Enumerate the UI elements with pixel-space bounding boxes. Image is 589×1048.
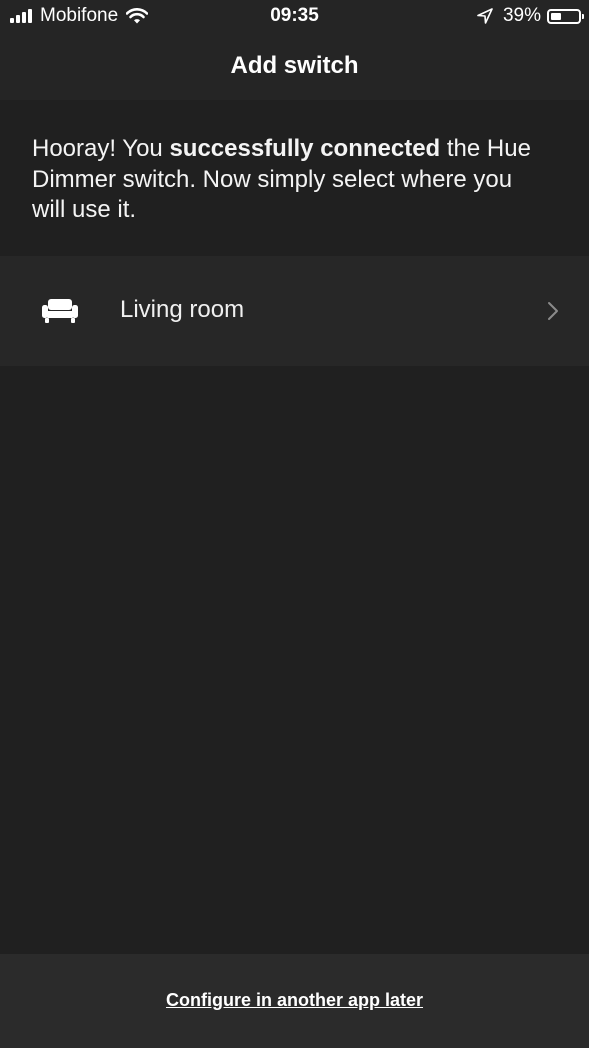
room-item-label: Living room bbox=[120, 296, 245, 323]
sofa-icon bbox=[42, 298, 78, 324]
configure-later-link[interactable]: Configure in another app later bbox=[0, 990, 589, 1011]
page-title: Add switch bbox=[230, 52, 359, 79]
battery-nub bbox=[582, 13, 584, 19]
battery-icon bbox=[547, 8, 584, 24]
success-message: Hooray! You successfully connected the H… bbox=[32, 134, 552, 226]
status-right: 39% bbox=[477, 5, 584, 27]
chevron-right-icon bbox=[547, 300, 559, 322]
location-arrow-icon bbox=[477, 8, 493, 24]
room-item-living-room[interactable]: Living room bbox=[0, 256, 589, 366]
battery-fill bbox=[551, 12, 562, 20]
status-bar: Mobifone 09:35 39% bbox=[0, 0, 589, 34]
nav-bar: Add switch bbox=[0, 34, 589, 100]
message-text-start: Hooray! You bbox=[32, 135, 170, 162]
battery-percent: 39% bbox=[502, 5, 541, 26]
message-emphasis: successfully connected bbox=[169, 135, 441, 162]
footer-bar: Configure in another app later bbox=[0, 954, 589, 1048]
